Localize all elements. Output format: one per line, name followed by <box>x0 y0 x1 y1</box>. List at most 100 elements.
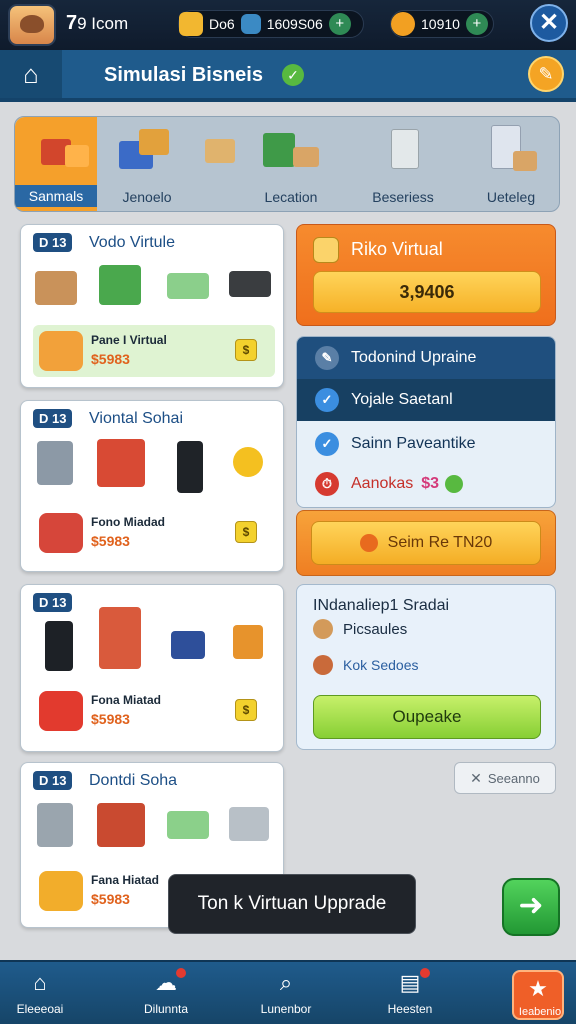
header-bar: ⌂ Simulasi Bisneis ✓ ✎ <box>0 50 576 102</box>
promo-price: $5983 <box>91 711 130 727</box>
business-card-2[interactable]: D 13 Viontal Sohai Fono Miadad $5983 $ <box>20 400 284 572</box>
toast-message: Ton k Virtuan Upprade <box>168 874 416 934</box>
speed-panel: Seim Re TN20 <box>296 510 556 576</box>
currency-1-value: 1609S06 <box>266 16 323 32</box>
buy-button[interactable]: $ <box>235 699 257 721</box>
leaf-icon <box>445 475 464 493</box>
pencil-icon: ✎ <box>315 346 339 370</box>
truck-icon <box>39 513 83 553</box>
status-bar: 79 Icom Dο6 1609S06 + 10910 + ✕ <box>0 0 576 50</box>
add-currency-2-button[interactable]: + <box>465 13 488 35</box>
stopwatch-icon[interactable] <box>233 447 263 477</box>
currency-pill-2: 10910 + <box>390 10 494 38</box>
buy-button[interactable]: $ <box>235 339 257 361</box>
shop-icon[interactable] <box>97 439 145 487</box>
buy-button[interactable]: $ <box>235 521 257 543</box>
profile-avatar[interactable] <box>8 4 56 46</box>
speed-button[interactable]: Seim Re TN20 <box>311 521 541 565</box>
search-button[interactable]: ✕ Seeanno <box>454 762 556 794</box>
clock-icon: ⏱ <box>315 472 339 496</box>
promo-row[interactable]: Fono Miadad $5983 $ <box>33 507 275 559</box>
edit-button[interactable]: ✎ <box>528 56 564 92</box>
tab-lecation[interactable]: Lecation <box>241 117 341 211</box>
tab-sanmals[interactable]: Sanmals <box>15 117 97 211</box>
nav-label: Ieabenio <box>518 1006 562 1018</box>
risk-icon <box>313 237 339 263</box>
smartphone-icon[interactable] <box>177 441 203 493</box>
promo-row[interactable]: Pane I Virtual $5983 $ <box>33 325 275 377</box>
worker-icon <box>313 619 333 639</box>
office-building-icon[interactable] <box>37 803 73 847</box>
business-card-1[interactable]: D 13 Vodo Virtule Pane I Virtual $5983 $ <box>20 224 284 388</box>
upgrade-row-2: Kok Sedoes <box>313 655 419 675</box>
stopwatch-icon[interactable] <box>233 625 263 659</box>
promo-title: Pane I Virtual <box>91 333 167 347</box>
upgrade-row-2-label: Kok Sedoes <box>343 657 419 673</box>
player-level: 79 Icom <box>66 12 129 34</box>
risk-panel: Riko Virtual 3,9406 <box>296 224 556 326</box>
notification-dot <box>420 968 430 978</box>
upgrade-button[interactable]: Oupeake <box>313 695 541 739</box>
task-item-2[interactable]: ✓ Yojale Saetanl <box>297 379 555 421</box>
card-title: Dontdi Soha <box>89 772 178 789</box>
crate-icon[interactable] <box>35 271 77 305</box>
nav-item-star[interactable]: ★ Ieabenio <box>512 970 564 1020</box>
server-icon[interactable] <box>229 807 269 841</box>
gem-icon <box>240 14 261 34</box>
wallet-icon[interactable] <box>229 271 271 297</box>
category-tabs: Sanmals Jenoelo Lecation Beseriess Uetel… <box>14 116 560 212</box>
level-badge: D 13 <box>33 233 73 252</box>
nav-item-search[interactable]: ⌕ Lunenbor <box>246 962 346 1024</box>
home-icon: ⌂ <box>23 58 39 89</box>
cash-icon[interactable] <box>167 811 209 839</box>
arrow-right-icon: ➜ <box>518 889 544 922</box>
task-list: ✎ Todonind Upraine ✓ Yojale Saetanl ✓ Sa… <box>296 336 556 508</box>
store-building-icon[interactable] <box>99 607 141 669</box>
tool-icon <box>39 691 83 731</box>
smartphone-icon[interactable] <box>45 621 73 671</box>
currency-pill-1: Dο6 1609S06 + <box>178 10 364 38</box>
warehouse-item-icon[interactable] <box>99 265 141 305</box>
verified-check-icon: ✓ <box>282 64 304 86</box>
nav-item-home[interactable]: ⌂ Eleeeoai <box>0 962 100 1024</box>
office-building-icon[interactable] <box>37 441 73 485</box>
warehouse-icon <box>263 125 319 177</box>
close-button[interactable]: ✕ <box>530 4 568 42</box>
shop-icon[interactable] <box>97 803 145 847</box>
gold-coin-icon <box>391 12 415 36</box>
tab-ueteleg[interactable]: Ueteleg <box>461 117 559 211</box>
nav-label: Eleeeoai <box>16 1002 64 1016</box>
card-title: Viontal Sohai <box>89 410 183 427</box>
task-item-1[interactable]: ✎ Todonind Upraine <box>297 337 555 379</box>
nav-label: Heesten <box>387 1002 433 1016</box>
cash-icon[interactable] <box>167 273 209 299</box>
tab-beseriess[interactable]: Beseriess <box>353 117 453 211</box>
promo-title: Fona Miatad <box>91 693 162 707</box>
promo-price: $5983 <box>91 533 130 549</box>
level-badge: D 13 <box>33 593 73 612</box>
nav-item-chat[interactable]: ☁ Dilunnta <box>126 962 226 1024</box>
task-item-3[interactable]: ✓ Sainn Paveantike <box>297 423 555 465</box>
search-icon: ⌕ <box>279 970 293 995</box>
task-item-4[interactable]: ⏱ Aanokas $3 <box>297 463 555 505</box>
promo-title: Fono Miadad <box>91 515 165 529</box>
boost-icon <box>359 534 378 552</box>
risk-value[interactable]: 3,9406 <box>313 271 541 313</box>
card-title: Vodo Virtule <box>89 234 175 251</box>
tab-label: Beseriess <box>372 189 434 205</box>
wallet-icon[interactable] <box>171 631 205 659</box>
home-button[interactable]: ⌂ <box>0 50 62 98</box>
close-icon: ✕ <box>470 769 482 786</box>
upgrade-panel: INdanaliep1 Sradai Picsaules Kok Sedoes … <box>296 584 556 750</box>
nav-label: Lunenbor <box>260 1002 312 1016</box>
food-bowl-icon <box>39 331 83 371</box>
next-arrow-button[interactable]: ➜ <box>502 878 560 936</box>
page-title: Simulasi Bisneis <box>104 64 263 86</box>
promo-row[interactable]: Fona Miatad $5983 $ <box>33 685 275 737</box>
business-card-3[interactable]: D 13 Fona Miatad $5983 $ <box>20 584 284 752</box>
promo-title: Fana Hiatad <box>91 873 160 887</box>
add-currency-1-button[interactable]: + <box>328 13 351 35</box>
nav-item-calendar[interactable]: ▤ Heesten <box>370 962 470 1024</box>
cheese-icon <box>39 871 83 911</box>
star-icon: ★ <box>528 976 548 1001</box>
